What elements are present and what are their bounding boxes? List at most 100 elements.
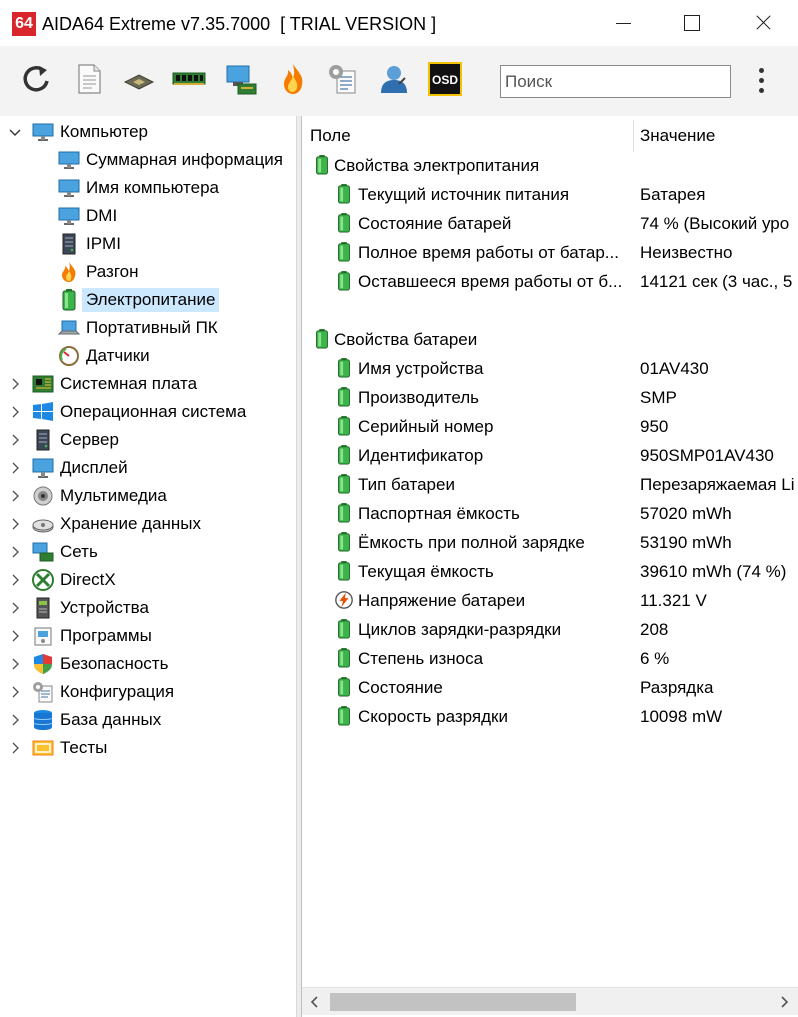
expand-chevron-icon[interactable] [8, 657, 22, 671]
expand-chevron-icon[interactable] [8, 377, 22, 391]
property-value: 950SMP01AV430 [640, 446, 774, 465]
tree-item-1[interactable]: Имя компьютера [58, 174, 219, 202]
tree-group-13[interactable]: Тесты [32, 734, 107, 762]
tree-group-8[interactable]: Устройства [32, 594, 149, 622]
network-icon [32, 541, 54, 563]
tree-item-0[interactable]: Суммарная информация [58, 146, 283, 174]
xbox-icon [32, 569, 54, 591]
property-row[interactable]: Состояние батарей 74 % (Высокий уро [302, 210, 798, 238]
scrollbar-thumb[interactable] [330, 993, 576, 1011]
tree-item-3[interactable]: IPMI [58, 230, 121, 258]
property-value: 14121 сек (3 час., 5 [640, 272, 793, 291]
tree-group-5[interactable]: Хранение данных [32, 510, 201, 538]
tree-group-0[interactable]: Системная плата [32, 370, 197, 398]
property-row[interactable]: Скорость разрядки 10098 mW [302, 703, 798, 731]
network-icon[interactable] [224, 62, 258, 96]
property-row[interactable]: Идентификатор 950SMP01AV430 [302, 442, 798, 470]
gauge-icon [58, 345, 80, 367]
motherboard-icon [32, 373, 54, 395]
maximize-button[interactable] [656, 0, 726, 46]
expand-chevron-icon[interactable] [8, 405, 22, 419]
property-row[interactable]: Серийный номер 950 [302, 413, 798, 441]
search-input[interactable] [500, 65, 731, 98]
flame-icon[interactable] [276, 62, 310, 96]
expand-chevron-icon[interactable] [8, 601, 22, 615]
tree-group-1[interactable]: Операционная система [32, 398, 246, 426]
expand-chevron-icon[interactable] [8, 489, 22, 503]
property-row[interactable]: Ёмкость при полной зарядке 53190 mWh [302, 529, 798, 557]
expand-chevron-icon[interactable] [8, 685, 22, 699]
tree-group-11[interactable]: Конфигурация [32, 678, 174, 706]
property-row[interactable]: Паспортная ёмкость 57020 mWh [302, 500, 798, 528]
tree-item-label: Компьютер [60, 122, 148, 141]
tree-item-label: Устройства [60, 598, 149, 617]
expand-chevron-icon[interactable] [8, 433, 22, 447]
tree-item-2[interactable]: DMI [58, 202, 117, 230]
expand-chevron-icon[interactable] [8, 517, 22, 531]
expand-chevron-icon[interactable] [8, 629, 22, 643]
battery-icon [334, 242, 354, 264]
tree-group-4[interactable]: Мультимедиа [32, 482, 167, 510]
property-row[interactable]: Текущий источник питания Батарея [302, 181, 798, 209]
configuration-icon[interactable] [326, 62, 360, 96]
tree-item-label: IPMI [86, 234, 121, 253]
tree-item-label: База данных [60, 710, 162, 729]
tree-item-computer[interactable]: Компьютер [32, 118, 148, 146]
property-row[interactable]: Полное время работы от батар... Неизвест… [302, 239, 798, 267]
memory-icon[interactable] [172, 62, 206, 96]
user-icon[interactable] [377, 62, 411, 96]
report-icon[interactable] [72, 62, 106, 96]
section-header[interactable]: Свойства электропитания [302, 152, 798, 180]
property-row[interactable]: Имя устройства 01AV430 [302, 355, 798, 383]
scroll-right-icon[interactable] [776, 994, 792, 1010]
more-options-button[interactable] [752, 66, 770, 96]
property-value: Разрядка [640, 678, 714, 697]
property-row[interactable]: Оставшееся время работы от б... 14121 се… [302, 268, 798, 296]
tree-item-4[interactable]: Разгон [58, 258, 139, 286]
column-separator[interactable] [633, 120, 634, 152]
tree-item-7[interactable]: Датчики [58, 342, 150, 370]
horizontal-scrollbar[interactable] [302, 987, 798, 1015]
property-row[interactable]: Напряжение батареи 11.321 V [302, 587, 798, 615]
expand-chevron-icon[interactable] [8, 125, 22, 139]
expand-chevron-icon[interactable] [8, 741, 22, 755]
property-value: Перезаряжаемая Li [640, 475, 795, 494]
scroll-left-icon[interactable] [307, 994, 323, 1010]
tree-group-10[interactable]: Безопасность [32, 650, 168, 678]
close-button[interactable] [726, 0, 796, 46]
tree-group-9[interactable]: Программы [32, 622, 152, 650]
tree-group-6[interactable]: Сеть [32, 538, 98, 566]
tree-group-3[interactable]: Дисплей [32, 454, 128, 482]
property-row[interactable]: Производитель SMP [302, 384, 798, 412]
tree-group-2[interactable]: Сервер [32, 426, 119, 454]
expand-chevron-icon[interactable] [8, 573, 22, 587]
expand-chevron-icon[interactable] [8, 713, 22, 727]
property-row[interactable]: Состояние Разрядка [302, 674, 798, 702]
tree-item-label: Программы [60, 626, 152, 645]
expand-chevron-icon[interactable] [8, 461, 22, 475]
column-header-field[interactable]: Поле [310, 120, 351, 152]
tree-item-5[interactable]: Электропитание [58, 286, 220, 314]
battery-icon [334, 532, 354, 554]
minimize-button[interactable] [588, 0, 658, 46]
monitor-icon [32, 457, 54, 479]
property-field: Паспортная ёмкость [358, 504, 520, 523]
column-header-value[interactable]: Значение [640, 120, 715, 152]
section-header[interactable]: Свойства батареи [302, 326, 798, 354]
osd-icon[interactable]: OSD [428, 62, 462, 96]
property-row[interactable]: Текущая ёмкость 39610 mWh (74 %) [302, 558, 798, 586]
property-row[interactable]: Степень износа 6 % [302, 645, 798, 673]
tree-group-7[interactable]: DirectX [32, 566, 116, 594]
battery-icon [312, 155, 332, 177]
property-row[interactable]: Тип батареи Перезаряжаемая Li [302, 471, 798, 499]
expand-chevron-icon[interactable] [8, 545, 22, 559]
battery-icon [334, 184, 354, 206]
refresh-icon[interactable] [20, 62, 54, 96]
tree-group-12[interactable]: База данных [32, 706, 161, 734]
tree-item-6[interactable]: Портативный ПК [57, 314, 218, 342]
section-title: Свойства электропитания [334, 156, 540, 175]
property-field: Циклов зарядки-разрядки [358, 620, 562, 639]
cpu-icon[interactable] [122, 62, 156, 96]
property-value: 53190 mWh [640, 533, 732, 552]
property-row[interactable]: Циклов зарядки-разрядки 208 [302, 616, 798, 644]
